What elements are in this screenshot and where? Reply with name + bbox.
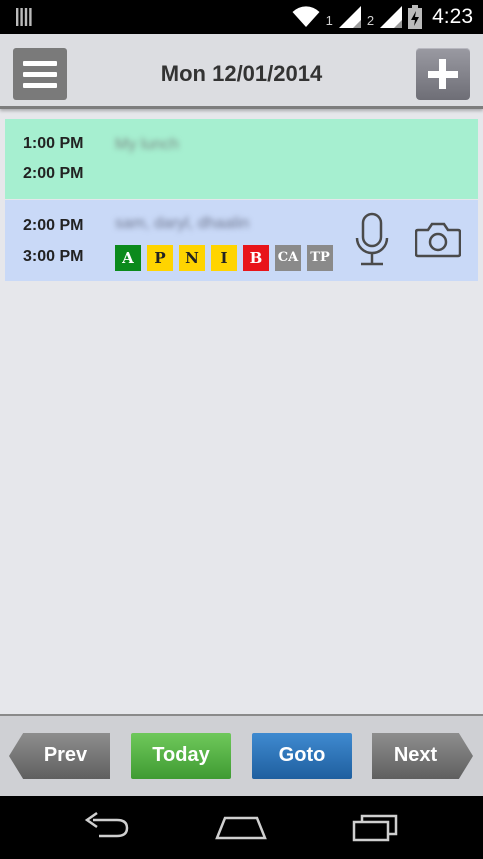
next-button[interactable]: Next [372,733,473,779]
signal-icon [338,6,361,28]
badge-ca: CA [275,245,301,271]
signal-icon [380,6,403,28]
event-end-time: 3:00 PM [23,248,84,265]
system-nav-bar [0,796,483,859]
app-header: Mon 12/01/2014 [0,34,483,109]
sim1-label: 1 [325,12,333,28]
event-start-time: 2:00 PM [23,217,84,234]
recent-apps-icon[interactable] [352,810,402,844]
goto-button[interactable]: Goto [252,733,352,779]
badge-n: N [179,245,205,271]
current-date: Mon 12/01/2014 [160,61,323,86]
event-row[interactable]: 2:00 PM 3:00 PM sam, daryl, dhaalin A P … [5,200,478,281]
badge-tp: TP [307,245,333,271]
add-event-button[interactable] [416,48,470,100]
sim-card-icon [16,8,32,26]
microphone-icon[interactable] [353,212,391,270]
badge-p: P [147,245,173,271]
event-title: sam, daryl, dhaalin [115,215,250,232]
prev-button[interactable]: Prev [9,733,110,779]
clock: 4:23 [432,5,473,28]
navigation-bar: Prev Today Goto Next [0,714,483,798]
badge-a: A [115,245,141,271]
today-button[interactable]: Today [131,733,231,779]
sim2-label: 2 [366,12,375,28]
back-icon[interactable] [83,810,131,844]
event-badges: A P N I B CA TP [115,245,333,271]
badge-b: B [243,245,269,271]
status-bar: 1 2 4:23 [0,0,483,34]
badge-i: I [211,245,237,271]
battery-charging-icon [408,5,423,29]
wifi-icon [292,6,320,27]
event-end-time: 2:00 PM [23,165,84,182]
event-start-time: 1:00 PM [23,135,84,152]
event-row[interactable]: 1:00 PM 2:00 PM My lunch [5,119,478,199]
home-icon[interactable] [215,810,267,844]
event-title: My lunch [115,136,180,153]
menu-icon [23,60,57,66]
camera-icon[interactable] [415,220,461,260]
menu-button[interactable] [13,48,67,100]
